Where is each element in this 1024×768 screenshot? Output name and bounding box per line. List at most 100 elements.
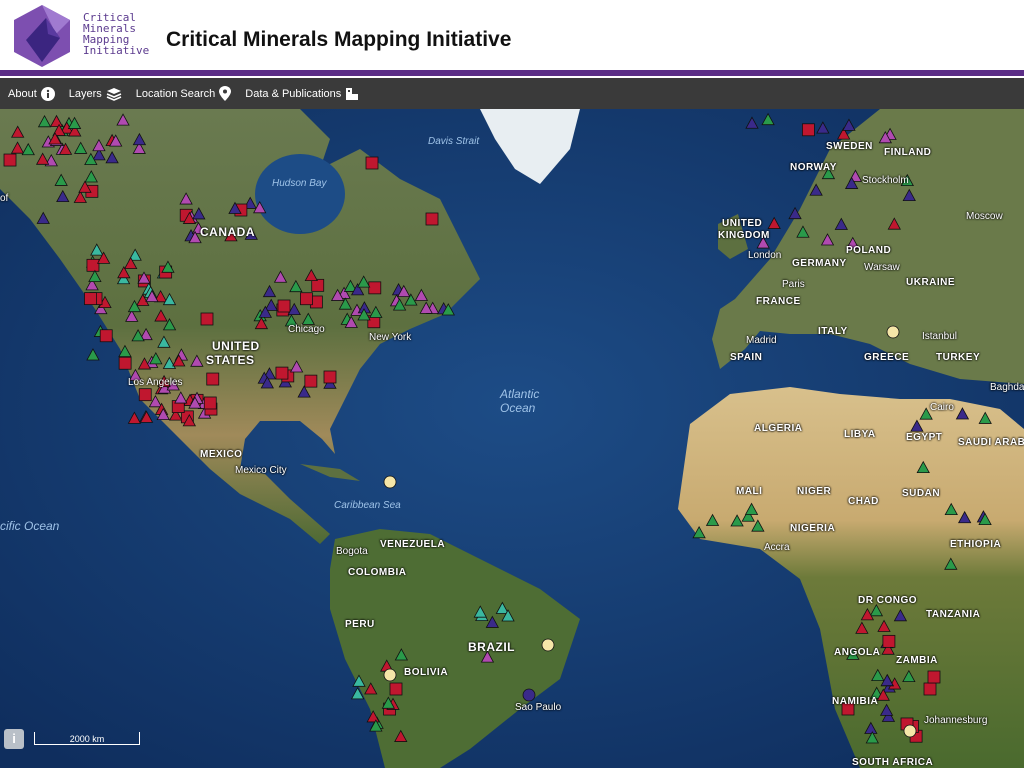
mineral-site-marker[interactable] (273, 270, 288, 283)
nav-location-search[interactable]: Location Search (136, 86, 232, 101)
mineral-site-marker[interactable] (882, 634, 896, 648)
mineral-site-marker[interactable] (788, 206, 802, 220)
mineral-site-marker[interactable] (923, 682, 937, 696)
mineral-site-marker[interactable] (842, 118, 856, 131)
mineral-site-marker[interactable] (174, 391, 188, 404)
mineral-site-marker[interactable] (90, 243, 104, 256)
mineral-site-marker[interactable] (927, 670, 941, 684)
map-view[interactable]: Davis Strait Hudson Bay CANADA UNITED ST… (0, 109, 1024, 768)
mineral-site-marker[interactable] (11, 125, 25, 138)
mineral-site-marker[interactable] (36, 211, 50, 224)
mineral-site-marker[interactable] (311, 278, 325, 292)
mineral-site-marker[interactable] (10, 141, 25, 154)
mineral-site-marker[interactable] (73, 190, 87, 203)
mineral-site-marker[interactable] (74, 141, 88, 154)
mineral-site-marker[interactable] (944, 502, 958, 516)
mineral-site-marker[interactable] (289, 360, 304, 373)
mineral-site-marker[interactable] (304, 374, 318, 388)
mineral-site-marker[interactable] (365, 156, 379, 170)
mineral-site-marker[interactable] (955, 407, 970, 420)
mineral-site-marker[interactable] (304, 268, 318, 282)
mineral-site-marker[interactable] (35, 152, 50, 165)
mineral-site-marker[interactable] (157, 335, 171, 348)
mineral-site-marker[interactable] (761, 112, 775, 126)
mineral-site-marker[interactable] (414, 288, 429, 301)
mineral-site-marker[interactable] (56, 189, 70, 203)
mineral-site-marker[interactable] (887, 217, 901, 230)
mineral-site-marker[interactable] (879, 703, 894, 716)
mineral-site-marker[interactable] (902, 669, 916, 683)
mineral-site-marker[interactable] (522, 688, 536, 702)
mineral-site-marker[interactable] (323, 370, 337, 384)
mineral-site-marker[interactable] (352, 674, 366, 687)
mineral-site-marker[interactable] (910, 419, 924, 432)
mineral-site-marker[interactable] (84, 170, 98, 183)
mineral-site-marker[interactable] (871, 668, 885, 681)
mineral-site-marker[interactable] (262, 284, 277, 298)
mineral-site-marker[interactable] (300, 292, 313, 306)
mineral-site-marker[interactable] (179, 192, 193, 205)
mineral-site-marker[interactable] (886, 325, 900, 339)
mineral-site-marker[interactable] (425, 212, 439, 226)
mineral-site-marker[interactable] (200, 312, 214, 326)
mineral-site-marker[interactable] (162, 356, 177, 369)
mineral-site-marker[interactable] (277, 299, 291, 313)
mineral-site-marker[interactable] (289, 279, 303, 293)
mineral-site-marker[interactable] (902, 188, 916, 202)
mineral-site-marker[interactable] (820, 233, 835, 246)
mineral-site-marker[interactable] (802, 123, 815, 137)
mineral-site-marker[interactable] (978, 411, 992, 424)
mineral-site-marker[interactable] (84, 292, 97, 306)
mineral-site-marker[interactable] (957, 510, 972, 524)
mineral-site-marker[interactable] (192, 207, 206, 220)
mineral-site-marker[interactable] (495, 601, 510, 614)
mineral-site-marker[interactable] (301, 312, 315, 325)
mineral-site-marker[interactable] (368, 281, 382, 295)
mineral-site-marker[interactable] (864, 721, 878, 734)
mineral-site-marker[interactable] (877, 619, 891, 632)
mineral-site-marker[interactable] (154, 309, 168, 322)
map-info-button[interactable]: i (4, 729, 24, 749)
mineral-site-marker[interactable] (389, 682, 403, 696)
mineral-site-marker[interactable] (855, 621, 869, 634)
mineral-site-marker[interactable] (127, 411, 142, 424)
mineral-site-marker[interactable] (275, 366, 289, 380)
mineral-site-marker[interactable] (105, 151, 119, 164)
mineral-site-marker[interactable] (88, 269, 102, 283)
mineral-site-marker[interactable] (203, 396, 217, 410)
mineral-site-marker[interactable] (21, 142, 35, 156)
mineral-site-marker[interactable] (485, 615, 500, 628)
mineral-site-marker[interactable] (692, 525, 706, 539)
mineral-site-marker[interactable] (473, 605, 487, 618)
mineral-site-marker[interactable] (99, 329, 113, 343)
mineral-site-marker[interactable] (903, 724, 917, 738)
nav-layers[interactable]: Layers (69, 87, 122, 101)
mineral-site-marker[interactable] (37, 115, 52, 128)
mineral-site-marker[interactable] (86, 258, 100, 272)
mineral-site-marker[interactable] (767, 216, 781, 229)
mineral-site-marker[interactable] (138, 388, 152, 402)
mineral-site-marker[interactable] (190, 354, 204, 367)
mineral-site-marker[interactable] (350, 687, 365, 700)
mineral-site-marker[interactable] (796, 225, 810, 238)
mineral-site-marker[interactable] (118, 344, 132, 357)
nav-data-publications[interactable]: Data & Publications (245, 87, 359, 101)
mineral-site-marker[interactable] (394, 729, 408, 742)
mineral-site-marker[interactable] (383, 668, 397, 682)
mineral-site-marker[interactable] (916, 460, 930, 474)
mineral-site-marker[interactable] (86, 348, 100, 361)
mineral-site-marker[interactable] (366, 710, 380, 723)
mineral-site-marker[interactable] (809, 183, 823, 196)
mineral-site-marker[interactable] (944, 557, 958, 570)
nav-about[interactable]: About (8, 86, 55, 101)
mineral-site-marker[interactable] (816, 121, 830, 134)
mineral-site-marker[interactable] (132, 132, 147, 146)
mineral-site-marker[interactable] (705, 513, 720, 526)
mineral-site-marker[interactable] (369, 305, 383, 318)
mineral-site-marker[interactable] (834, 217, 848, 230)
mineral-site-marker[interactable] (118, 356, 132, 370)
mineral-site-marker[interactable] (745, 116, 759, 129)
mineral-site-marker[interactable] (116, 113, 130, 126)
mineral-site-marker[interactable] (893, 608, 908, 622)
mineral-site-marker[interactable] (357, 275, 371, 288)
